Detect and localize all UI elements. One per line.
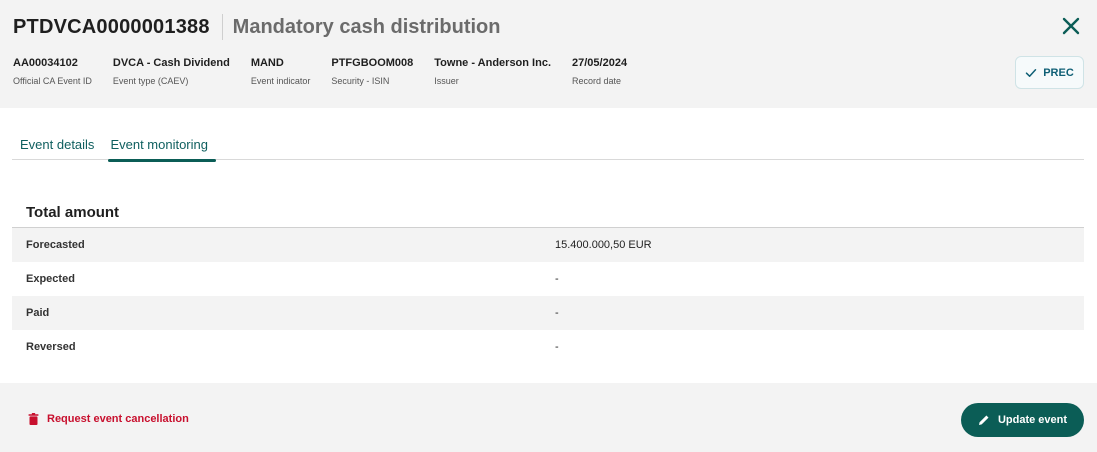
- request-cancellation-label: Request event cancellation: [47, 413, 189, 425]
- row-value: 15.400.000,50 EUR: [555, 239, 652, 251]
- tab-bar: Event details Event monitoring: [12, 132, 1084, 162]
- table-row: Expected -: [12, 262, 1084, 296]
- meta-security-isin: PTFGBOOM008 Security - ISIN: [331, 56, 413, 87]
- row-label: Reversed: [26, 341, 76, 353]
- meta-value: PTFGBOOM008: [331, 57, 414, 69]
- event-id: PTDVCA0000001388: [13, 15, 210, 38]
- row-label: Forecasted: [26, 239, 85, 251]
- update-event-button[interactable]: Update event: [961, 403, 1084, 437]
- event-meta-row: AA00034102 Official CA Event ID DVCA - C…: [13, 56, 648, 87]
- meta-issuer: Towne - Anderson Inc. Issuer: [434, 56, 551, 87]
- main-content: Event details Event monitoring Total amo…: [0, 108, 1097, 383]
- meta-value: DVCA - Cash Dividend: [112, 57, 230, 69]
- meta-event-type: DVCA - Cash Dividend Event type (CAEV): [113, 56, 230, 87]
- meta-label: Event type (CAEV): [112, 76, 189, 86]
- event-header: PTDVCA0000001388 Mandatory cash distribu…: [0, 0, 1097, 108]
- meta-official-ca-event-id: AA00034102 Official CA Event ID: [13, 56, 92, 87]
- row-label: Expected: [26, 273, 75, 285]
- meta-label: Event indicator: [250, 76, 311, 86]
- row-value: -: [555, 341, 559, 353]
- meta-value: MAND: [250, 57, 284, 69]
- row-label: Paid: [26, 307, 50, 319]
- request-cancellation-button[interactable]: Request event cancellation: [28, 413, 189, 425]
- trash-icon: [28, 413, 39, 425]
- meta-label: Record date: [572, 76, 622, 86]
- action-footer: Request event cancellation Update event: [0, 383, 1097, 452]
- total-amount-table: Forecasted 15.400.000,50 EUR Expected - …: [12, 227, 1084, 364]
- close-icon: [1062, 17, 1080, 35]
- page-title: Mandatory cash distribution: [232, 15, 501, 38]
- table-row: Forecasted 15.400.000,50 EUR: [12, 228, 1084, 262]
- title-separator: [221, 14, 223, 40]
- status-button[interactable]: PREC: [1015, 56, 1084, 89]
- row-value: -: [555, 307, 559, 319]
- meta-label: Official CA Event ID: [13, 76, 92, 86]
- table-row: Paid -: [12, 296, 1084, 330]
- meta-value: Towne - Anderson Inc.: [434, 57, 552, 69]
- section-title: Total amount: [26, 204, 120, 221]
- meta-value: 27/05/2024: [572, 57, 628, 69]
- meta-record-date: 27/05/2024 Record date: [572, 56, 627, 87]
- meta-label: Security - ISIN: [331, 76, 390, 86]
- meta-label: Issuer: [434, 76, 459, 86]
- close-button[interactable]: [1058, 13, 1084, 39]
- tab-event-monitoring[interactable]: Event monitoring: [102, 132, 216, 162]
- table-row: Reversed -: [12, 330, 1084, 364]
- check-icon: [1025, 68, 1037, 77]
- pencil-icon: [978, 415, 989, 425]
- meta-event-indicator: MAND Event indicator: [251, 56, 311, 87]
- tab-event-details[interactable]: Event details: [12, 132, 102, 160]
- meta-value: AA00034102: [13, 57, 78, 69]
- status-button-label: PREC: [1043, 66, 1074, 79]
- row-value: -: [555, 273, 559, 285]
- title-row: PTDVCA0000001388 Mandatory cash distribu…: [13, 12, 500, 42]
- update-event-label: Update event: [997, 414, 1068, 426]
